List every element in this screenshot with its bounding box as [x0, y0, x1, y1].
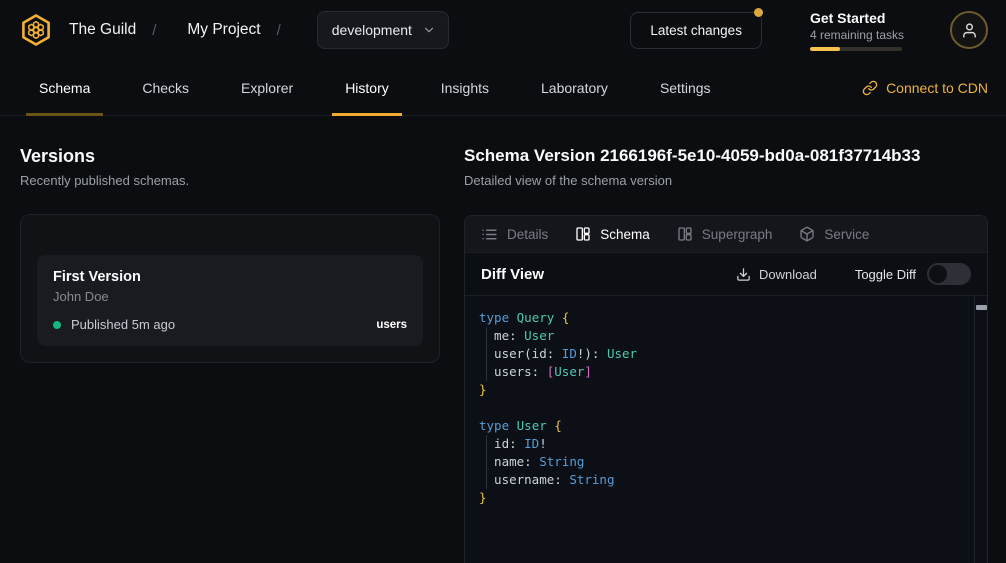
header-right: Latest changes Get Started 4 remaining t… [630, 10, 988, 51]
columns-icon [677, 226, 693, 242]
code-block: type Query { me: User user(id: ID!): Use… [479, 309, 967, 507]
versions-subtitle: Recently published schemas. [20, 173, 440, 188]
get-started-progress-track [810, 47, 902, 51]
version-status-row: Published 5m ago users [53, 317, 407, 332]
detail-tab-label: Details [507, 227, 548, 242]
detail-tab-service[interactable]: Service [799, 226, 869, 242]
connect-to-cdn-label: Connect to CDN [886, 80, 988, 96]
box-icon [799, 226, 815, 242]
version-name: First Version [53, 269, 407, 285]
nav-tab-laboratory[interactable]: Laboratory [528, 60, 621, 115]
list-icon [481, 226, 498, 243]
download-label: Download [759, 267, 817, 282]
nav-tab-insights[interactable]: Insights [428, 60, 502, 115]
nav-tab-schema[interactable]: Schema [26, 60, 103, 115]
user-icon [961, 22, 978, 39]
code-line: type Query { [479, 309, 967, 327]
schema-version-subtitle: Detailed view of the schema version [464, 173, 988, 188]
user-avatar[interactable] [950, 11, 988, 49]
nav-tab-explorer[interactable]: Explorer [228, 60, 306, 115]
detail-tab-supergraph[interactable]: Supergraph [677, 226, 773, 242]
connect-to-cdn-button[interactable]: Connect to CDN [862, 60, 988, 115]
code-line: username: String [479, 471, 967, 489]
app-header: The Guild / My Project / development Lat… [0, 0, 1006, 60]
toggle-diff-label: Toggle Diff [855, 267, 916, 282]
diff-actions: Download Toggle Diff [736, 263, 971, 285]
detail-tab-schema[interactable]: Schema [575, 226, 650, 242]
download-button[interactable]: Download [736, 267, 817, 282]
versions-column: Versions Recently published schemas. Fir… [20, 146, 440, 363]
nav-tabs: Schema Checks Explorer History Insights Labor… [26, 60, 750, 115]
breadcrumb-separator: / [277, 22, 281, 39]
code-line: user(id: ID!): User [479, 345, 967, 363]
nav-tab-checks[interactable]: Checks [129, 60, 202, 115]
environment-select[interactable]: development [317, 11, 449, 49]
code-line: } [479, 489, 967, 507]
service-badge: users [376, 319, 407, 331]
version-author: John Doe [53, 289, 407, 304]
link-icon [862, 80, 878, 96]
code-line: } [479, 381, 967, 399]
primary-nav: Schema Checks Explorer History Insights Labor… [0, 60, 1006, 116]
detail-tab-label: Schema [600, 227, 650, 242]
code-line: users: [User] [479, 363, 967, 381]
diff-view-header: Diff View Download Toggle Diff [465, 253, 987, 296]
code-scrollbar-thumb[interactable] [976, 305, 987, 310]
detail-tab-label: Service [824, 227, 869, 242]
get-started-progress-fill [810, 47, 840, 51]
main-content: Versions Recently published schemas. Fir… [0, 116, 1006, 563]
code-line [479, 399, 967, 417]
schema-code-viewer[interactable]: type Query { me: User user(id: ID!): Use… [465, 296, 987, 563]
breadcrumb-separator: / [152, 22, 156, 39]
notification-dot [754, 8, 763, 17]
latest-changes-label: Latest changes [650, 23, 742, 38]
toggle-knob [929, 265, 947, 283]
nav-tab-history[interactable]: History [332, 60, 402, 115]
code-line: me: User [479, 327, 967, 345]
versions-card: First Version John Doe Published 5m ago … [20, 214, 440, 363]
get-started-widget[interactable]: Get Started 4 remaining tasks [810, 10, 904, 51]
latest-changes-button[interactable]: Latest changes [630, 12, 762, 49]
nav-tab-settings[interactable]: Settings [647, 60, 724, 115]
hive-logo-icon[interactable] [18, 12, 54, 48]
version-detail-column: Schema Version 2166196f-5e10-4059-bd0a-0… [464, 146, 988, 563]
breadcrumb-project[interactable]: My Project [187, 21, 260, 39]
download-icon [736, 267, 751, 282]
published-status-dot [53, 321, 61, 329]
code-scrollbar [974, 296, 987, 563]
version-detail-panel: Details Schema Supergraph Service Diff View… [464, 215, 988, 563]
code-line: id: ID! [479, 435, 967, 453]
version-status-text: Published 5m ago [71, 317, 175, 332]
toggle-diff-switch[interactable] [927, 263, 971, 285]
code-line: type User { [479, 417, 967, 435]
environment-select-value: development [332, 22, 412, 38]
breadcrumb-org[interactable]: The Guild [69, 21, 136, 39]
diff-view-title: Diff View [481, 266, 544, 283]
detail-tab-label: Supergraph [702, 227, 773, 242]
versions-title: Versions [20, 146, 440, 167]
detail-tab-details[interactable]: Details [481, 226, 548, 243]
schema-version-title: Schema Version 2166196f-5e10-4059-bd0a-0… [464, 146, 988, 166]
get-started-title: Get Started [810, 10, 904, 26]
code-line: name: String [479, 453, 967, 471]
detail-tab-bar: Details Schema Supergraph Service [465, 216, 987, 253]
chevron-down-icon [422, 23, 436, 37]
get-started-subtitle: 4 remaining tasks [810, 28, 904, 42]
version-list-item[interactable]: First Version John Doe Published 5m ago … [37, 255, 423, 346]
columns-icon [575, 226, 591, 242]
